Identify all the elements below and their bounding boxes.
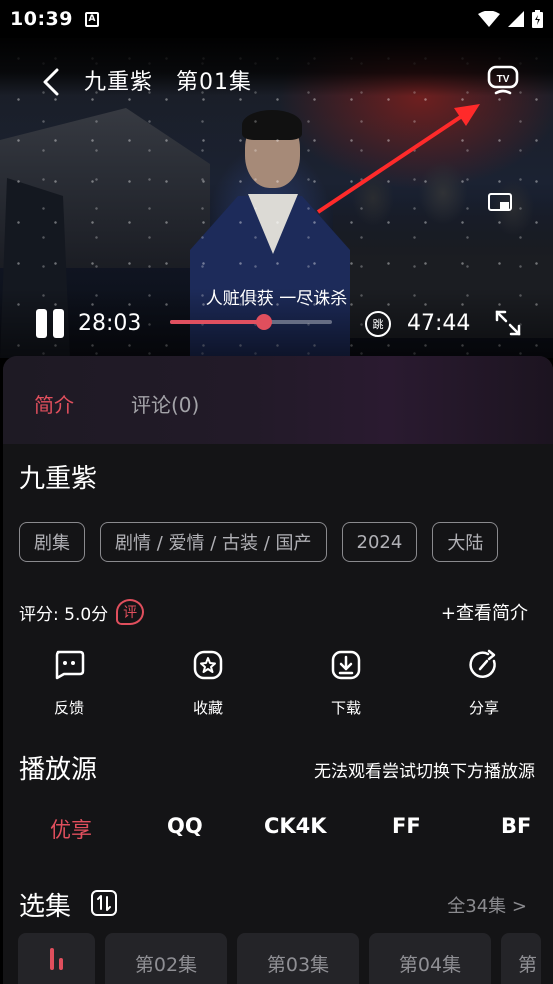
- detail-panel: 简介 评论(0) 九重紫 剧集 剧情 / 爱情 / 古装 / 国产 2024 大…: [3, 356, 553, 984]
- pip-button[interactable]: [488, 193, 512, 213]
- fullscreen-button[interactable]: [494, 309, 522, 337]
- progress-handle[interactable]: [255, 314, 272, 330]
- share-label: 分享: [468, 699, 499, 717]
- status-time: 10:39: [10, 8, 73, 30]
- episodes-title: 选集: [19, 892, 72, 922]
- source-bf[interactable]: BF: [501, 814, 531, 838]
- picture-in-picture-icon: [488, 193, 512, 211]
- view-intro-link[interactable]: +查看简介: [441, 599, 528, 625]
- episode-item[interactable]: 第02集: [105, 933, 227, 984]
- feedback-button[interactable]: 反馈: [29, 648, 109, 718]
- tag-list: 剧集 剧情 / 爱情 / 古装 / 国产 2024 大陆: [19, 522, 499, 562]
- download-icon: [331, 650, 361, 680]
- rate-button[interactable]: 评: [116, 599, 145, 625]
- favorite-button[interactable]: 收藏: [168, 648, 248, 718]
- tab-bar: 简介 评论(0): [3, 356, 553, 444]
- feedback-icon: [55, 650, 85, 680]
- video-player[interactable]: [0, 38, 553, 358]
- battery-icon: [532, 10, 543, 28]
- notification-icon: A: [84, 11, 99, 27]
- fullscreen-icon: [495, 310, 521, 336]
- current-time: 28:03: [78, 311, 142, 336]
- tab-intro[interactable]: 简介: [34, 389, 74, 418]
- total-time: 47:44: [407, 311, 471, 336]
- back-button[interactable]: [36, 62, 66, 102]
- status-bar: 10:39 A: [0, 0, 553, 38]
- status-icons: [478, 10, 543, 28]
- all-episodes-link[interactable]: 全34集 >: [447, 892, 527, 918]
- episode-title: 九重紫 第01集: [84, 70, 252, 95]
- tag-year[interactable]: 2024: [341, 522, 418, 562]
- download-label: 下载: [330, 699, 361, 717]
- tag-genre[interactable]: 剧情 / 爱情 / 古装 / 国产: [100, 522, 327, 562]
- tag-region[interactable]: 大陆: [432, 522, 499, 562]
- episode-item[interactable]: 第04集: [369, 933, 491, 984]
- progress-bar[interactable]: [170, 314, 332, 330]
- source-youxiang[interactable]: 优享: [50, 814, 92, 844]
- show-title: 九重紫: [19, 464, 98, 494]
- source-title: 播放源: [19, 755, 98, 785]
- download-button[interactable]: 下载: [306, 648, 386, 718]
- feedback-label: 反馈: [53, 699, 84, 717]
- sort-icon: [97, 895, 111, 911]
- action-row: 反馈 收藏 下载 分享: [3, 648, 553, 728]
- svg-text:TV: TV: [497, 74, 510, 85]
- tv-icon: TV: [487, 65, 519, 95]
- progress-fill: [170, 320, 264, 324]
- source-ck4k[interactable]: CK4K: [264, 814, 327, 838]
- source-hint: 无法观看尝试切换下方播放源: [314, 762, 535, 782]
- share-button[interactable]: 分享: [444, 648, 524, 718]
- playing-icon: [50, 948, 63, 978]
- share-icon: [469, 649, 496, 678]
- rating: 评分: 5.0分 评: [19, 599, 145, 625]
- chevron-left-icon: [43, 68, 59, 96]
- tab-comments[interactable]: 评论(0): [131, 389, 199, 418]
- pause-icon: [36, 309, 47, 338]
- source-list: 优享 QQ CK4K FF BF: [3, 814, 553, 854]
- video-subtitle: 人赃俱获 一尽诛杀: [205, 289, 348, 309]
- favorite-label: 收藏: [192, 699, 223, 717]
- wifi-icon: [478, 11, 500, 27]
- episode-item[interactable]: 第: [501, 933, 541, 984]
- cast-tv-button[interactable]: TV: [486, 64, 520, 96]
- episode-list: 第02集 第03集 第04集 第: [18, 933, 553, 984]
- episode-item-playing[interactable]: [18, 933, 95, 984]
- episode-item[interactable]: 第03集: [237, 933, 359, 984]
- rating-text: 评分: 5.0分: [19, 604, 109, 625]
- signal-icon: [508, 11, 524, 27]
- star-icon: [193, 650, 223, 680]
- source-ff[interactable]: FF: [392, 814, 421, 838]
- source-qq[interactable]: QQ: [167, 814, 203, 838]
- pause-button[interactable]: [36, 309, 64, 338]
- player-top-gradient: [0, 38, 553, 96]
- sort-button[interactable]: [91, 890, 117, 916]
- skip-intro-button[interactable]: 跳: [365, 311, 391, 337]
- tag-type[interactable]: 剧集: [19, 522, 85, 562]
